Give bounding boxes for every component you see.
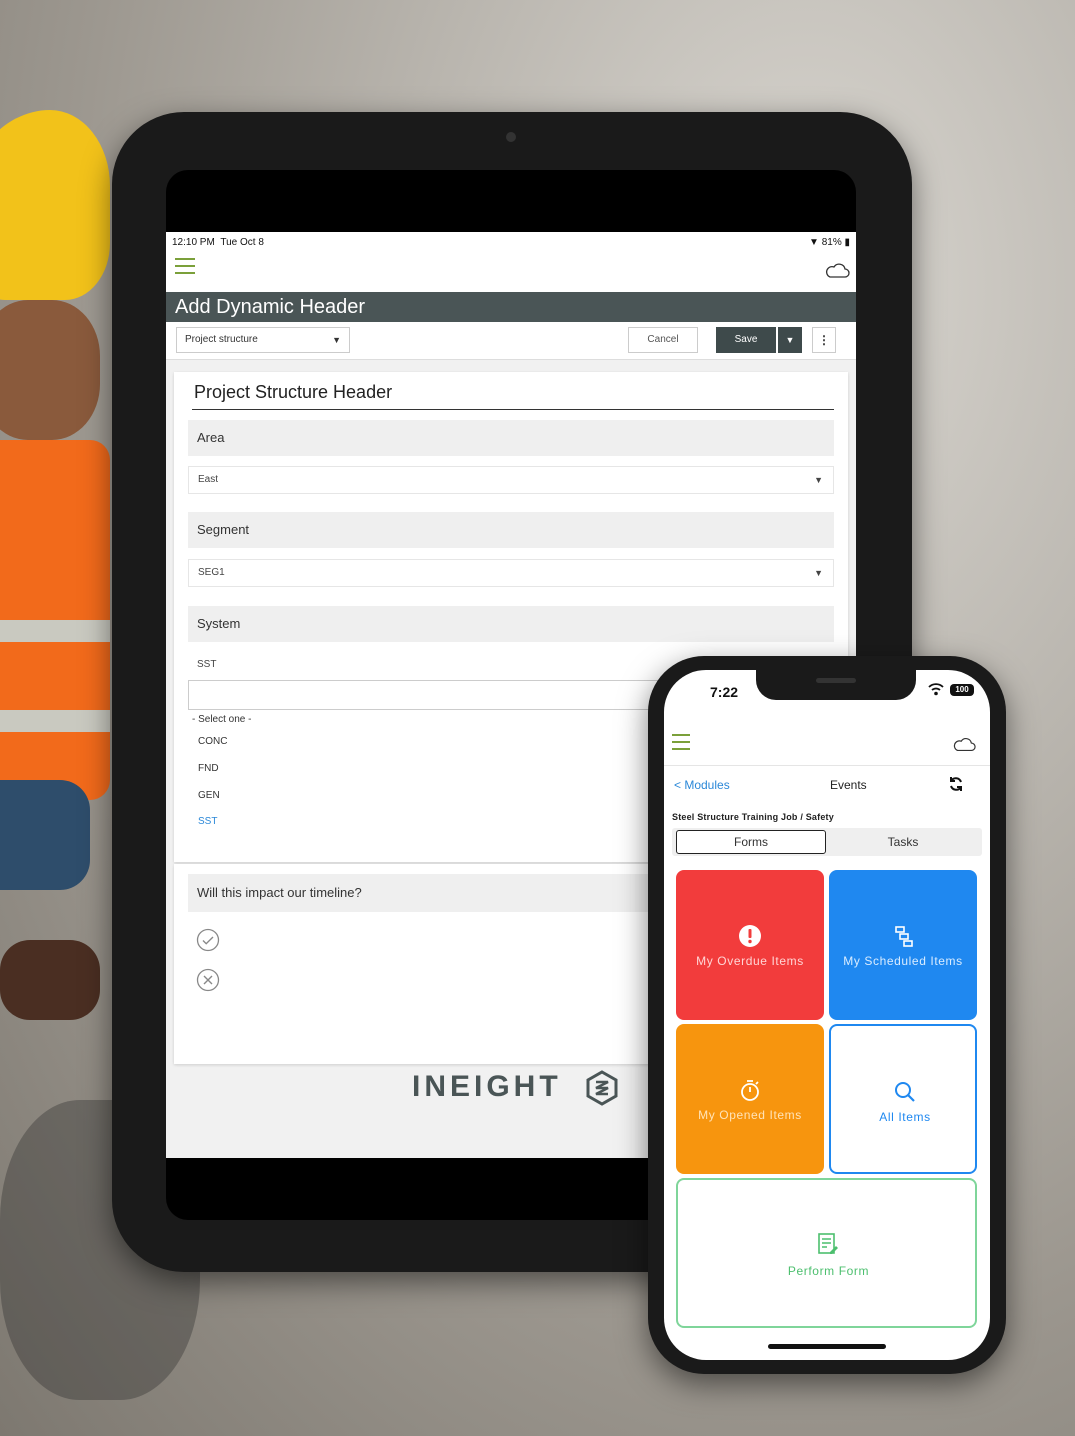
worker-boot [0,940,100,1020]
worker-face [0,300,100,440]
worker-arm [0,780,90,890]
save-button[interactable]: Save [716,327,776,353]
caret-down-icon: ▼ [814,475,823,485]
phone-notch [756,670,916,700]
status-bar: 12:10 PM Tue Oct 8 ▼ 81% ▮ [166,232,856,252]
cloud-icon[interactable] [824,262,850,278]
search-icon [895,1082,915,1102]
home-indicator[interactable] [768,1344,886,1349]
alert-icon [739,925,761,947]
my-opened-items-tile[interactable]: My Opened Items [676,1024,824,1174]
more-options-button[interactable]: ⋮ [812,327,836,353]
caret-down-icon: ▼ [332,335,341,345]
refresh-icon[interactable] [948,776,964,792]
tile-label: My Scheduled Items [843,954,963,968]
menu-icon[interactable] [672,734,690,755]
system-search-input[interactable] [188,680,658,710]
app-bar [166,252,856,292]
phone-nav-bar: < Modules Events [664,770,990,800]
system-option[interactable]: CONC [198,736,227,747]
system-option-selected[interactable]: SST [198,816,217,827]
vest-stripe [0,710,110,732]
save-dropdown-button[interactable]: ▼ [778,327,802,353]
perform-form-tile[interactable]: Perform Form [676,1178,977,1328]
cancel-button[interactable]: Cancel [628,327,698,353]
hard-hat [0,110,110,300]
caret-down-icon: ▼ [814,568,823,578]
system-label: System [188,606,834,642]
status-battery: ▼ 81% ▮ [809,236,850,248]
cloud-icon[interactable] [952,736,976,752]
phone-app-bar [664,722,990,766]
forms-tasks-segmented-control: Forms Tasks [672,828,982,856]
tab-forms[interactable]: Forms [676,830,826,854]
brand-wordmark: INEIGHT [412,1070,562,1103]
form-edit-icon [818,1233,838,1254]
tile-label: All Items [879,1110,931,1124]
system-value[interactable]: SST [188,652,658,680]
status-time: 12:10 PM Tue Oct 8 [172,236,264,248]
my-scheduled-items-tile[interactable]: My Scheduled Items [829,870,977,1020]
my-overdue-items-tile[interactable]: My Overdue Items [676,870,824,1020]
stopwatch-icon [741,1080,759,1101]
segment-select[interactable]: SEG1 ▼ [188,559,834,587]
form-toolbar: Project structure ▼ Cancel Save ▼ ⋮ [166,322,856,360]
wifi-icon [928,683,944,696]
page-title: Add Dynamic Header [166,292,856,322]
area-label: Area [188,420,834,456]
form-title: Project Structure Header [192,382,834,410]
schedule-icon [895,926,913,947]
job-breadcrumb: Steel Structure Training Job / Safety [672,812,834,822]
phone-screen: 7:22 100 < Modules Events Steel Structur… [664,670,990,1360]
tile-label: Perform Form [787,1264,870,1278]
phone-status-time: 7:22 [710,684,739,700]
ineight-logo-icon [586,1070,618,1106]
tab-tasks[interactable]: Tasks [828,830,978,854]
menu-icon[interactable] [175,258,195,278]
back-to-modules-link[interactable]: < Modules [674,778,730,792]
vest-stripe [0,620,110,642]
area-select[interactable]: East ▼ [188,466,834,494]
system-option[interactable]: - Select one - [192,714,251,725]
structure-select[interactable]: Project structure ▼ [176,327,350,353]
battery-icon: 100 [950,684,974,696]
tile-label: My Opened Items [698,1108,802,1122]
phone-device: 7:22 100 < Modules Events Steel Structur… [648,656,1006,1374]
all-items-tile[interactable]: All Items [829,1024,977,1174]
segment-label: Segment [188,512,834,548]
nav-title: Events [830,778,867,792]
camera-dot [506,132,516,142]
system-option[interactable]: FND [198,763,219,774]
tile-label: My Overdue Items [696,954,804,968]
x-circle-icon[interactable] [196,968,220,992]
check-circle-icon[interactable] [196,928,220,952]
system-option[interactable]: GEN [198,790,220,801]
